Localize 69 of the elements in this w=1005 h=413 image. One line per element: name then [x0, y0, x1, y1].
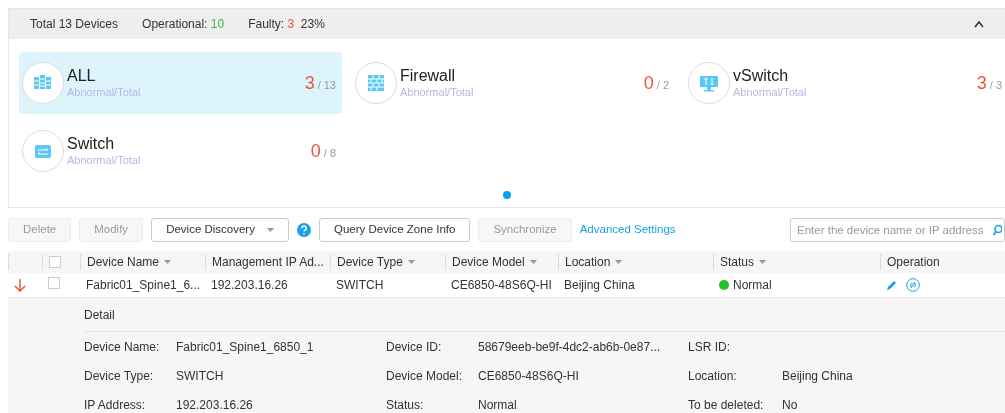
column-header[interactable]: Device Name	[87, 253, 160, 271]
table-cell: SWITCH	[336, 278, 384, 292]
category-subtitle: Abnormal/Total	[67, 85, 142, 99]
detail-value: 58679eeb-be9f-4dc2-ab6b-0e87...	[478, 339, 661, 354]
detail-value: SWITCH	[176, 368, 224, 383]
down-arrow-icon[interactable]	[14, 279, 26, 293]
category-subtitle: Abnormal/Total	[67, 153, 142, 167]
category-name: ALL	[67, 67, 97, 85]
detail-label: Device ID:	[386, 339, 442, 354]
detail-label: Device Model:	[386, 368, 463, 383]
total-count: / 8	[323, 146, 336, 159]
column-header: Operation	[887, 254, 940, 271]
detail-value: No	[782, 397, 798, 412]
operational-count: Operational: 10	[142, 16, 225, 33]
column-header[interactable]: Management IP Ad...	[212, 253, 324, 271]
total-count: / 3	[989, 78, 1002, 91]
detail-label: To be deleted:	[688, 397, 764, 412]
category-card[interactable]: ALL Abnormal/Total 3 / 13	[19, 52, 342, 114]
table-cell: Fabric01_Spine1_6...	[86, 278, 201, 292]
toolbar-button[interactable]: Query Device Zone Info	[318, 218, 471, 242]
column-header[interactable]: Status	[720, 253, 755, 271]
detail-label: Location:	[688, 368, 737, 383]
abnormal-count: 0	[310, 140, 321, 161]
detail-value: Beijing China	[782, 368, 853, 383]
detail-label: LSR ID:	[688, 339, 730, 354]
monitor-icon	[699, 73, 719, 93]
table-cell: 192.203.16.26	[211, 278, 288, 292]
dropdown-button[interactable]: Device Discovery	[151, 218, 289, 242]
page-dot[interactable]	[503, 191, 511, 199]
search-field[interactable]: Enter the device name or IP address	[790, 218, 1005, 242]
status-text: Normal	[733, 277, 772, 294]
category-subtitle: Abnormal/Total	[733, 85, 808, 99]
refresh-icon[interactable]	[906, 278, 920, 292]
search-icon	[993, 224, 1002, 236]
detail-label: IP Address:	[84, 397, 146, 412]
total-devices-text: Total 13 Devices	[30, 16, 119, 33]
category-name: vSwitch	[733, 67, 790, 85]
detail-value: Normal	[478, 397, 517, 412]
column-header[interactable]: Device Model	[452, 253, 525, 271]
abnormal-count: 3	[976, 72, 987, 93]
category-card[interactable]: vSwitch Abnormal/Total 3 / 3	[685, 52, 1005, 114]
help-icon[interactable]	[296, 223, 311, 237]
category-card[interactable]: Switch Abnormal/Total 0 / 8	[19, 120, 342, 182]
brick-wall-icon	[366, 73, 386, 93]
column-header[interactable]: Device Type	[337, 253, 403, 271]
category-name: Switch	[67, 135, 116, 153]
total-count: / 13	[317, 78, 336, 91]
row-checkbox[interactable]	[48, 277, 60, 289]
column-header[interactable]: Location	[565, 253, 611, 271]
table-cell: CE6850-48S6Q-HI	[451, 278, 552, 292]
caret-icon	[266, 228, 274, 232]
total-count: / 2	[656, 78, 669, 91]
category-subtitle: Abnormal/Total	[400, 85, 475, 99]
table-cell: Beijing China	[564, 278, 635, 292]
detail-title: Detail	[84, 306, 115, 324]
faulty-count: Faulty: 3 23%	[248, 16, 325, 33]
category-card[interactable]: Firewall Abnormal/Total 0 / 2	[352, 52, 675, 114]
collapse-icon[interactable]	[974, 20, 984, 28]
abnormal-count: 3	[304, 72, 315, 93]
detail-label: Device Name:	[84, 339, 160, 354]
detail-value: CE6850-48S6Q-HI	[478, 368, 579, 383]
abnormal-count: 0	[643, 72, 654, 93]
detail-value: 192.203.16.26	[176, 397, 253, 412]
detail-value: Fabric01_Spine1_6850_1	[176, 339, 314, 354]
edit-icon[interactable]	[886, 279, 898, 291]
category-name: Firewall	[400, 67, 457, 85]
select-all-checkbox[interactable]	[49, 256, 61, 268]
detail-label: Device Type:	[84, 368, 154, 383]
detail-label: Status:	[386, 397, 424, 412]
